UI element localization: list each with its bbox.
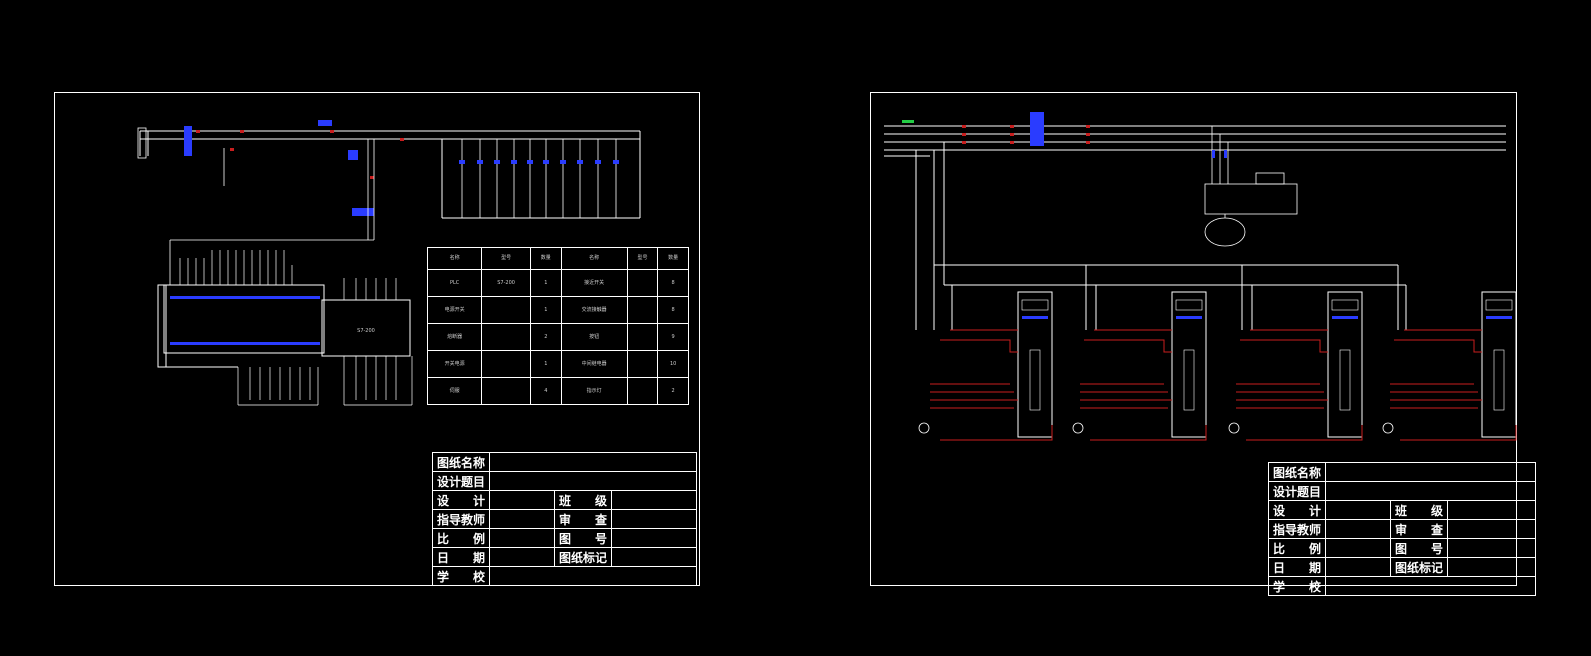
servo-drive-3	[1228, 291, 1363, 441]
motor-branch	[1204, 126, 1298, 247]
title-block-value	[1447, 557, 1536, 577]
title-block-value	[1325, 500, 1392, 520]
title-block-label: 班 级	[1390, 500, 1449, 520]
title-block-value	[1325, 557, 1392, 577]
title-block-value	[1447, 538, 1536, 558]
servo-drive-2	[1072, 291, 1207, 441]
title-block-value	[1325, 576, 1536, 596]
servo-drive-4	[1382, 291, 1517, 441]
bus-switch	[1030, 112, 1044, 146]
title-block-value	[1447, 519, 1536, 539]
title-block-value	[1325, 538, 1392, 558]
title-block-label: 设 计	[1267, 500, 1327, 520]
title-block-label: 设计题目	[1267, 481, 1327, 501]
title-block-label: 日 期	[1267, 557, 1327, 577]
title-block-label: 图纸名称	[1267, 462, 1327, 482]
title-block-value	[1325, 462, 1536, 482]
title-block-label: 学 校	[1267, 576, 1327, 596]
title-block-value	[1325, 519, 1392, 539]
title-block-label: 指导教师	[1267, 519, 1327, 539]
title-block-label: 图 号	[1390, 538, 1449, 558]
bus-label-mark	[902, 120, 914, 123]
title-block-label: 图纸标记	[1390, 557, 1449, 577]
title-block-label: 比 例	[1267, 538, 1327, 558]
title-block-value	[1325, 481, 1536, 501]
title-block-label: 审 查	[1390, 519, 1449, 539]
right-title-block: 图纸名称 设计题目 设 计班 级 指导教师审 查 比 例图 号 日 期图纸标记 …	[1267, 462, 1536, 596]
servo-drive-1	[918, 291, 1053, 441]
title-block-value	[1447, 500, 1536, 520]
